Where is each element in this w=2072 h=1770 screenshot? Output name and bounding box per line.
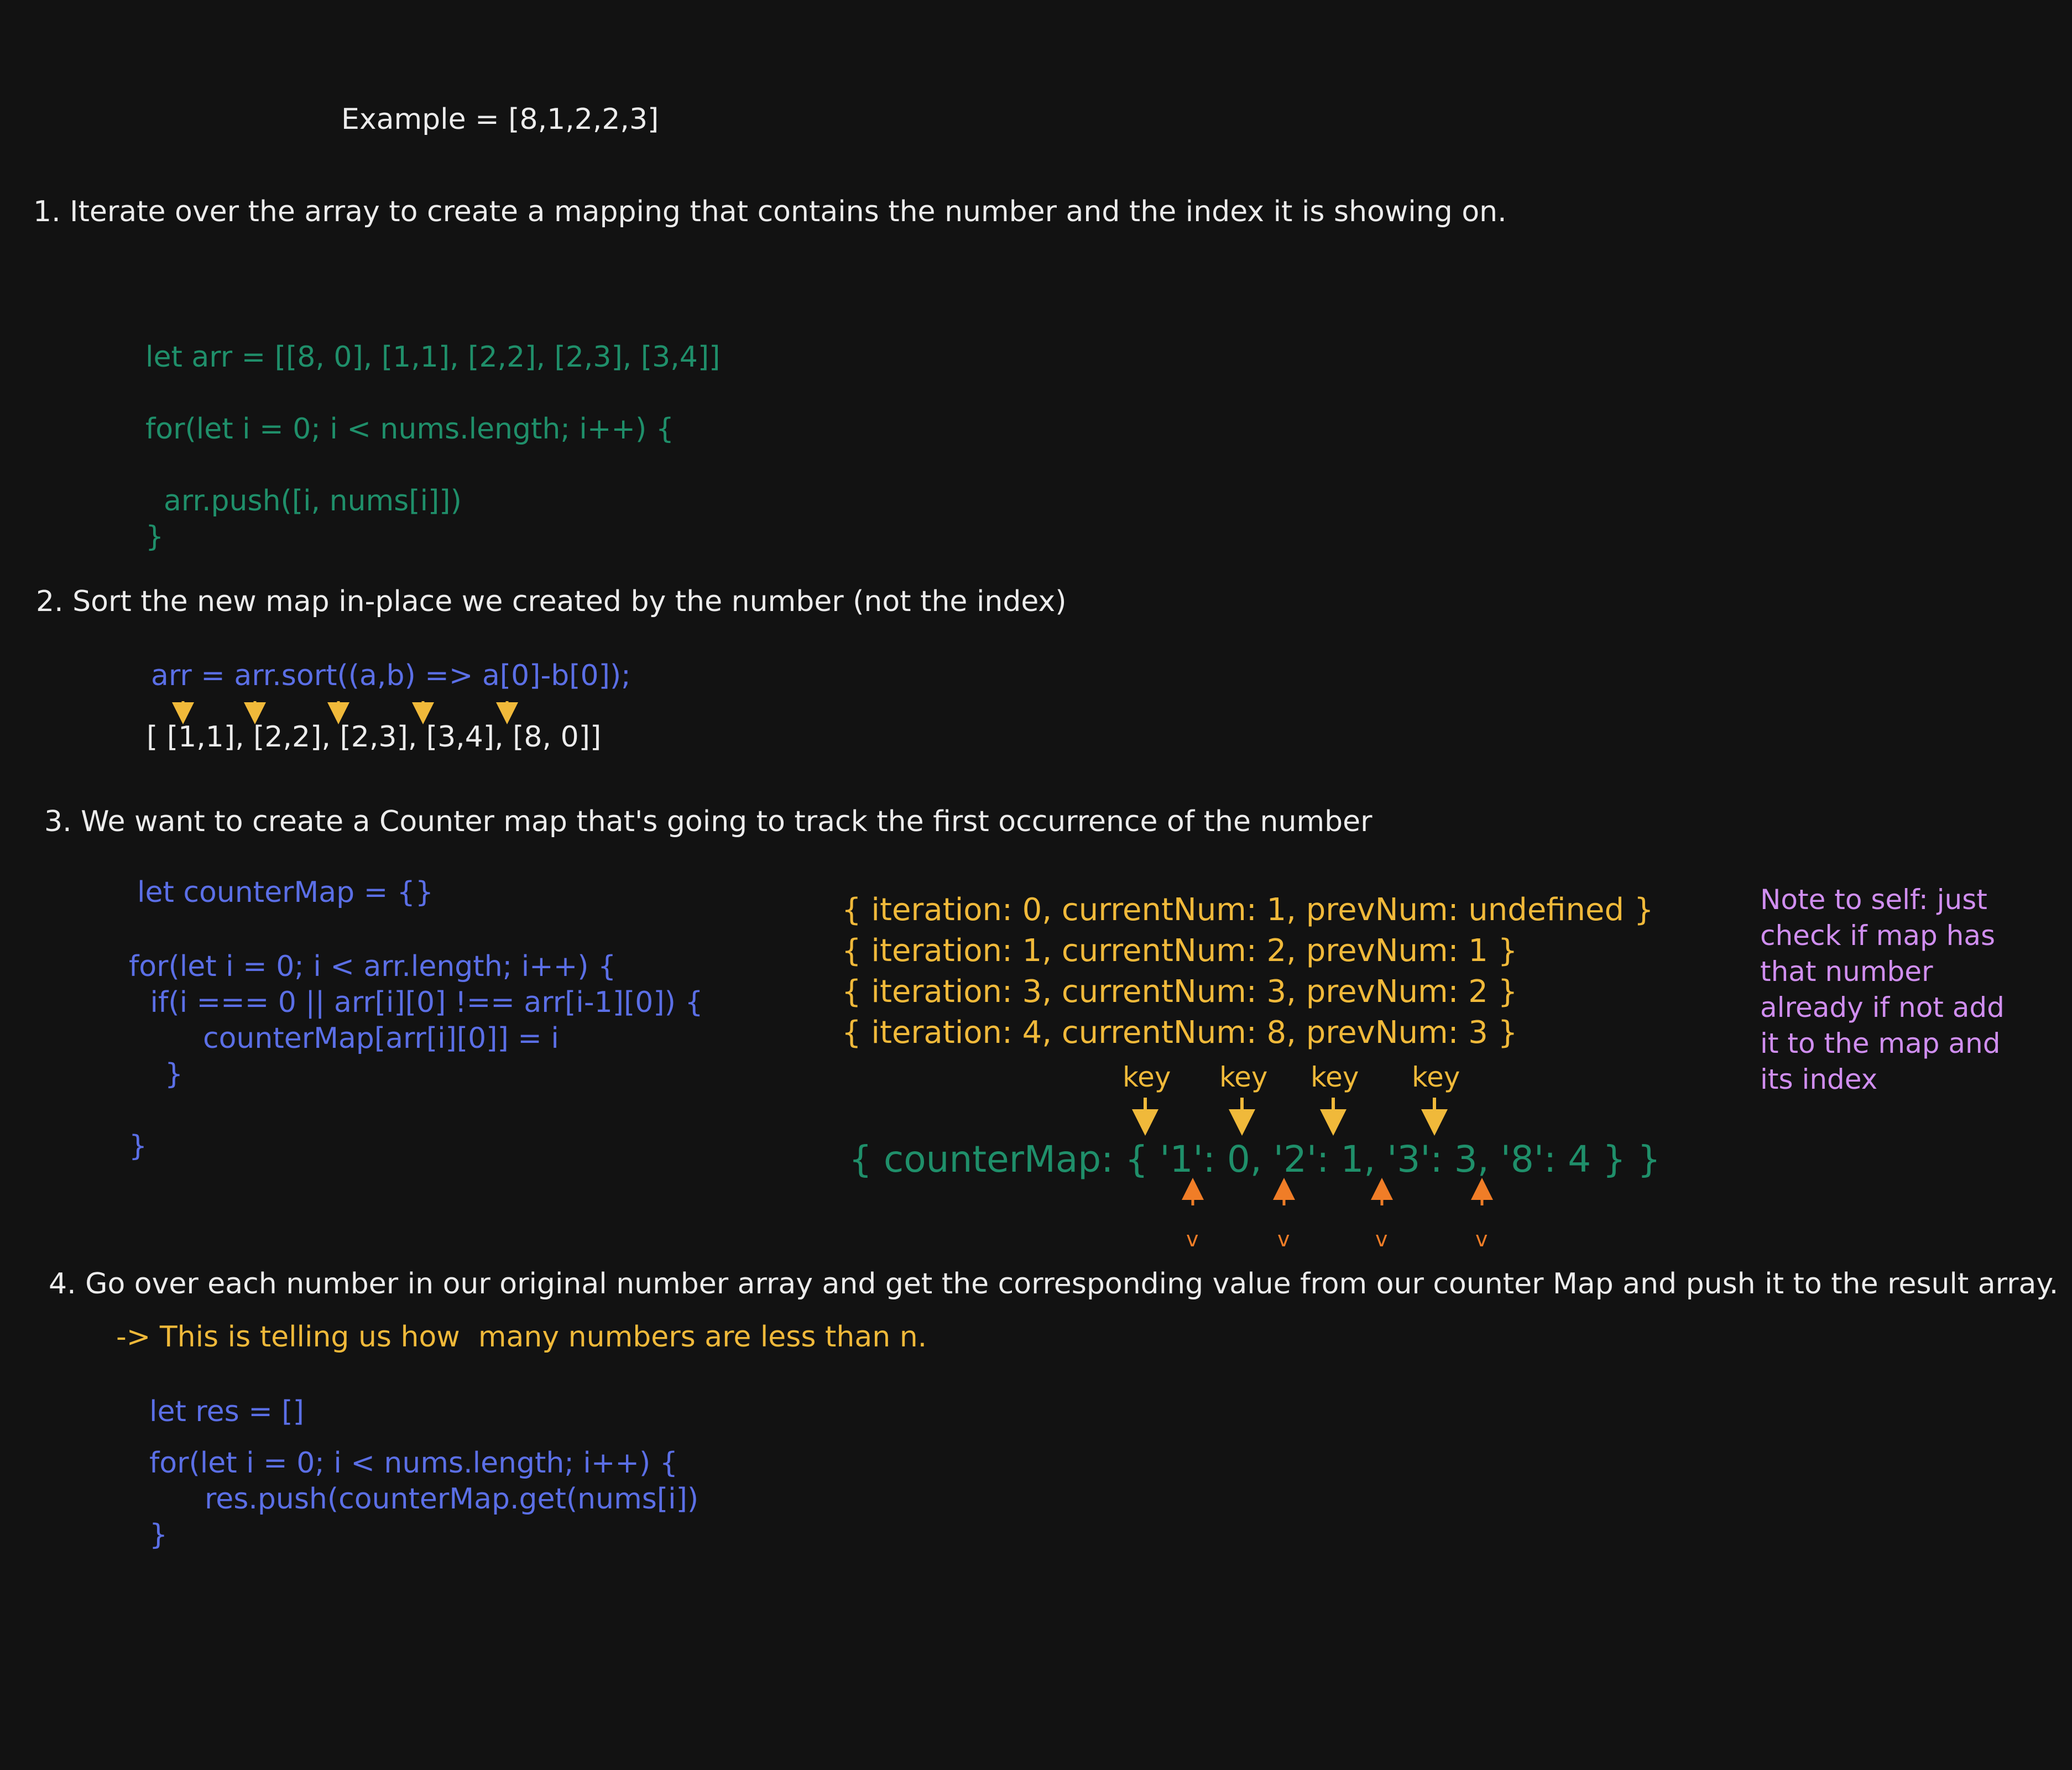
sort-down-arrows	[172, 701, 518, 724]
step1-heading: 1. Iterate over the array to create a ma…	[33, 195, 1507, 228]
note-line: its index	[1760, 1063, 1878, 1095]
step4-code-line: res.push(counterMap.get(nums[i])	[205, 1482, 699, 1516]
example-title: Example = [8,1,2,2,3]	[341, 103, 659, 136]
step2-heading: 2. Sort the new map in-place we created …	[36, 585, 1067, 618]
value-mark: v	[1186, 1227, 1199, 1251]
step3-code-line: if(i === 0 || arr[i][0] !== arr[i-1][0])…	[141, 986, 703, 1019]
step3-code-line: }	[129, 1130, 148, 1163]
key-down-arrows	[1132, 1098, 1448, 1136]
value-mark: v	[1277, 1227, 1290, 1251]
key-label: key	[1311, 1061, 1359, 1093]
step1-code-line: }	[145, 520, 164, 554]
iteration-trace-line: { iteration: 3, currentNum: 3, prevNum: …	[842, 974, 1518, 1010]
step1-code-line: for(let i = 0; i < nums.length; i++) {	[145, 413, 674, 446]
value-mark: v	[1475, 1227, 1488, 1251]
note-line: that number	[1760, 956, 1933, 988]
step4-code-line: let res = []	[149, 1395, 304, 1428]
iteration-trace-line: { iteration: 0, currentNum: 1, prevNum: …	[842, 892, 1654, 928]
iteration-trace-line: { iteration: 1, currentNum: 2, prevNum: …	[842, 933, 1518, 969]
step4-subnote: -> This is telling us how many numbers a…	[116, 1320, 927, 1354]
step3-code-line: counterMap[arr[i][0]] = i	[203, 1022, 559, 1055]
note-line: already if not add	[1760, 991, 2005, 1024]
step1-code-line: let arr = [[8, 0], [1,1], [2,2], [2,3], …	[145, 341, 721, 374]
value-up-arrows	[1182, 1178, 1493, 1205]
note-line: Note to self: just	[1760, 884, 1987, 916]
iteration-trace-line: { iteration: 4, currentNum: 8, prevNum: …	[842, 1015, 1518, 1051]
value-mark: v	[1375, 1227, 1388, 1251]
key-label: key	[1219, 1061, 1268, 1093]
step2-sorted-result: [ [1,1], [2,2], [2,3], [3,4], [8, 0]]	[147, 720, 602, 754]
step3-heading: 3. We want to create a Counter map that'…	[44, 805, 1372, 838]
step3-code-line: let counterMap = {}	[137, 876, 434, 909]
counter-map-result: { counterMap: { '1': 0, '2': 1, '3': 3, …	[849, 1138, 1661, 1181]
note-line: it to the map and	[1760, 1027, 2001, 1059]
key-label: key	[1123, 1061, 1171, 1093]
step3-code-line: for(let i = 0; i < arr.length; i++) {	[129, 950, 617, 983]
step4-code-line: }	[149, 1518, 168, 1552]
key-label: key	[1412, 1061, 1460, 1093]
note-line: check if map has	[1760, 920, 1996, 952]
step4-code-line: for(let i = 0; i < nums.length; i++) {	[149, 1447, 678, 1480]
step1-code-line: arr.push([i, nums[i]])	[145, 484, 462, 518]
step3-code-line: }	[165, 1058, 184, 1091]
step2-sort-code: arr = arr.sort((a,b) => a[0]-b[0]);	[151, 659, 631, 692]
step4-heading: 4. Go over each number in our original n…	[49, 1267, 2059, 1301]
